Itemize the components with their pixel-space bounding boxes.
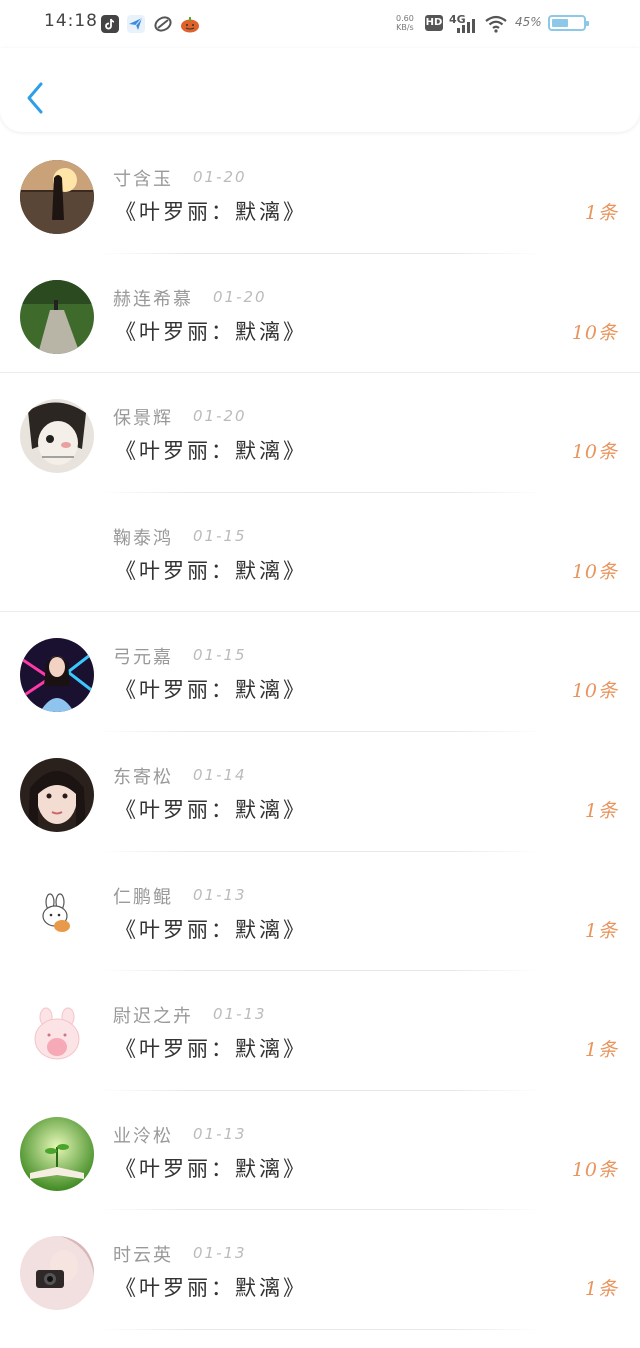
message-date: 01-13 [193,885,247,904]
sunset-girl-avatar[interactable] [20,160,94,234]
top-bar [0,48,640,132]
feishu-icon [127,15,145,33]
pumpkin-app-icon [180,15,199,33]
chevron-left-icon [27,82,43,114]
list-item[interactable]: 东寄松 01-14 《叶罗丽：默漓》 1条 [0,732,640,852]
sender-name: 赫连希慕 [113,288,193,310]
empty-avatar[interactable] [20,519,94,593]
status-time: 14:18 [44,11,98,31]
message-title: 《叶罗丽：默漓》 [115,439,307,464]
message-date: 01-13 [193,1124,247,1143]
message-count: 10条 [571,321,618,344]
list-item[interactable]: 赫连希慕 01-20 《叶罗丽：默漓》 10条 [0,254,640,374]
message-count: 1条 [584,1278,618,1301]
garden-path-avatar[interactable] [20,279,94,354]
message-count: 10条 [571,680,618,703]
signal-icon [457,19,479,33]
battery-percent: 45% [515,15,542,29]
message-date: 01-13 [193,1244,247,1263]
message-date: 01-20 [193,168,247,186]
sender-name: 鞠泰鸿 [113,527,173,549]
douyin-icon [101,15,119,33]
message-count: 1条 [584,1039,618,1062]
net-speed: 0.60 KB/s [396,14,414,32]
sender-name: 弓元嘉 [113,647,173,669]
message-title: 《叶罗丽：默漓》 [115,917,307,942]
message-date: 01-13 [213,1005,267,1024]
message-date: 01-15 [193,526,247,545]
list-item[interactable]: 鞠泰鸿 01-15 《叶罗丽：默漓》 10条 [0,493,640,613]
portrait-girl-avatar[interactable] [20,757,94,832]
sender-name: 业泠松 [113,1125,173,1147]
camera-girl-avatar[interactable] [20,1236,94,1311]
sender-name: 时云英 [113,1245,173,1267]
sender-name: 东寄松 [113,766,173,788]
message-count: 10条 [571,560,618,583]
pink-bunny-avatar[interactable] [20,997,94,1072]
message-title: 《叶罗丽：默漓》 [115,678,307,703]
message-date: 01-14 [193,765,247,784]
message-date: 01-20 [193,407,247,426]
sender-name: 尉迟之卉 [113,1006,193,1028]
message-list: 寸含玉 01-20 《叶罗丽：默漓》 1条 赫连希慕 01-20 《叶罗丽：默漓… [0,134,640,1330]
message-title: 《叶罗丽：默漓》 [115,200,307,224]
message-date: 01-15 [193,646,247,665]
list-item[interactable]: 尉迟之卉 01-13 《叶罗丽：默漓》 1条 [0,971,640,1091]
list-item[interactable]: 仁鹏鲲 01-13 《叶罗丽：默漓》 1条 [0,852,640,972]
divider [100,1328,540,1330]
status-bar: 14:18 0.60 KB/s HD 4G 45% [0,0,640,48]
message-title: 《叶罗丽：默漓》 [115,797,307,822]
list-item[interactable]: 寸含玉 01-20 《叶罗丽：默漓》 1条 [0,134,640,254]
message-count: 1条 [584,202,618,224]
link-app-icon [154,15,172,33]
message-title: 《叶罗丽：默漓》 [115,558,307,583]
list-item[interactable]: 保景辉 01-20 《叶罗丽：默漓》 10条 [0,373,640,493]
wifi-icon [485,15,507,33]
net-speed-value: 0.60 [396,14,414,23]
neon-girl-avatar[interactable] [20,638,94,713]
book-sprout-avatar[interactable] [20,1116,94,1191]
message-count: 1条 [584,799,618,822]
list-item[interactable]: 弓元嘉 01-15 《叶罗丽：默漓》 10条 [0,612,640,732]
sender-name: 寸含玉 [113,169,173,190]
sender-name: 保景辉 [113,408,173,430]
sketch-girl-avatar[interactable] [20,399,94,474]
message-date: 01-20 [213,287,267,306]
message-title: 《叶罗丽：默漓》 [115,1276,307,1301]
list-item[interactable]: 业泠松 01-13 《叶罗丽：默漓》 10条 [0,1091,640,1211]
back-button[interactable] [24,80,48,116]
message-title: 《叶罗丽：默漓》 [115,319,307,344]
net-speed-unit: KB/s [396,23,414,32]
battery-icon [548,15,589,31]
hd-badge: HD [425,15,443,31]
message-count: 10条 [571,441,618,464]
sender-name: 仁鹏鲲 [113,886,173,908]
message-count: 10条 [571,1158,618,1181]
message-title: 《叶罗丽：默漓》 [115,1037,307,1062]
bunny-sticker-avatar[interactable] [20,877,94,952]
message-title: 《叶罗丽：默漓》 [115,1156,307,1181]
list-item[interactable]: 时云英 01-13 《叶罗丽：默漓》 1条 [0,1210,640,1330]
message-count: 1条 [584,919,618,942]
